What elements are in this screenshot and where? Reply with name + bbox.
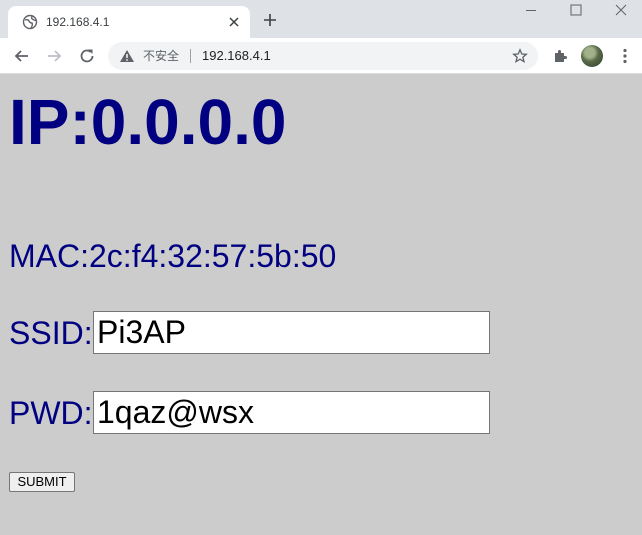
- ssid-label: SSID:: [9, 315, 93, 351]
- pwd-input[interactable]: [93, 391, 490, 434]
- address-bar[interactable]: 不安全 192.168.4.1: [108, 42, 538, 70]
- warning-icon[interactable]: [119, 48, 135, 64]
- page-viewport: IP:0.0.0.0 MAC:2c:f4:32:57:5b:50 SSID: P…: [0, 74, 642, 535]
- window-close-icon[interactable]: [598, 0, 642, 22]
- arrow-right-icon[interactable]: [44, 46, 64, 66]
- not-secure-label[interactable]: 不安全: [143, 49, 179, 63]
- pwd-label: PWD:: [9, 395, 93, 431]
- minimize-icon[interactable]: [508, 0, 554, 22]
- avatar[interactable]: [581, 45, 603, 67]
- url-text[interactable]: 192.168.4.1: [202, 48, 271, 64]
- ip-heading: IP:0.0.0.0: [9, 86, 287, 158]
- close-icon[interactable]: [226, 14, 242, 30]
- tab-strip: 192.168.4.1: [0, 0, 642, 38]
- ssid-input[interactable]: [93, 311, 490, 354]
- browser-toolbar: 不安全 192.168.4.1: [0, 38, 642, 74]
- mac-address: MAC:2c:f4:32:57:5b:50: [9, 238, 337, 274]
- reload-icon[interactable]: [77, 46, 97, 66]
- browser-tab[interactable]: 192.168.4.1: [8, 6, 250, 38]
- kebab-menu-icon[interactable]: [616, 47, 634, 65]
- globe-icon: [22, 14, 38, 30]
- plus-icon[interactable]: [262, 12, 278, 28]
- puzzle-icon[interactable]: [552, 47, 570, 65]
- arrow-left-icon[interactable]: [12, 46, 32, 66]
- omnibox-divider: [190, 49, 191, 63]
- tab-title: 192.168.4.1: [46, 15, 110, 29]
- submit-button[interactable]: SUBMIT: [9, 472, 75, 492]
- maximize-icon[interactable]: [553, 0, 599, 22]
- star-icon[interactable]: [512, 48, 528, 64]
